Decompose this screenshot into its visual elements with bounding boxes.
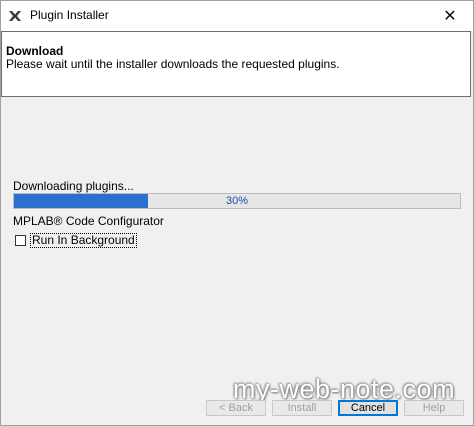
download-status-label: Downloading plugins... xyxy=(13,179,134,193)
close-icon[interactable]: ✕ xyxy=(427,1,473,31)
window-title: Plugin Installer xyxy=(30,8,109,22)
header-panel: Download Please wait until the installer… xyxy=(1,31,471,97)
plugin-name-label: MPLAB® Code Configurator xyxy=(13,214,164,228)
app-x-icon xyxy=(7,8,23,24)
title-bar: Plugin Installer ✕ xyxy=(1,1,473,31)
page-title: Download xyxy=(6,44,64,58)
progress-percent-label: 30% xyxy=(225,195,249,207)
back-button[interactable]: < Back xyxy=(206,400,266,416)
page-description: Please wait until the installer download… xyxy=(6,57,340,71)
run-in-background-checkbox[interactable]: Run In Background xyxy=(15,233,137,248)
plugin-installer-window: Plugin Installer ✕ Download Please wait … xyxy=(0,0,474,426)
cancel-button[interactable]: Cancel xyxy=(338,400,398,416)
run-in-background-label[interactable]: Run In Background xyxy=(30,233,137,248)
checkbox-box[interactable] xyxy=(15,235,26,246)
install-button[interactable]: Install xyxy=(272,400,332,416)
download-progress-bar: 30% xyxy=(13,193,461,209)
help-button[interactable]: Help xyxy=(404,400,464,416)
